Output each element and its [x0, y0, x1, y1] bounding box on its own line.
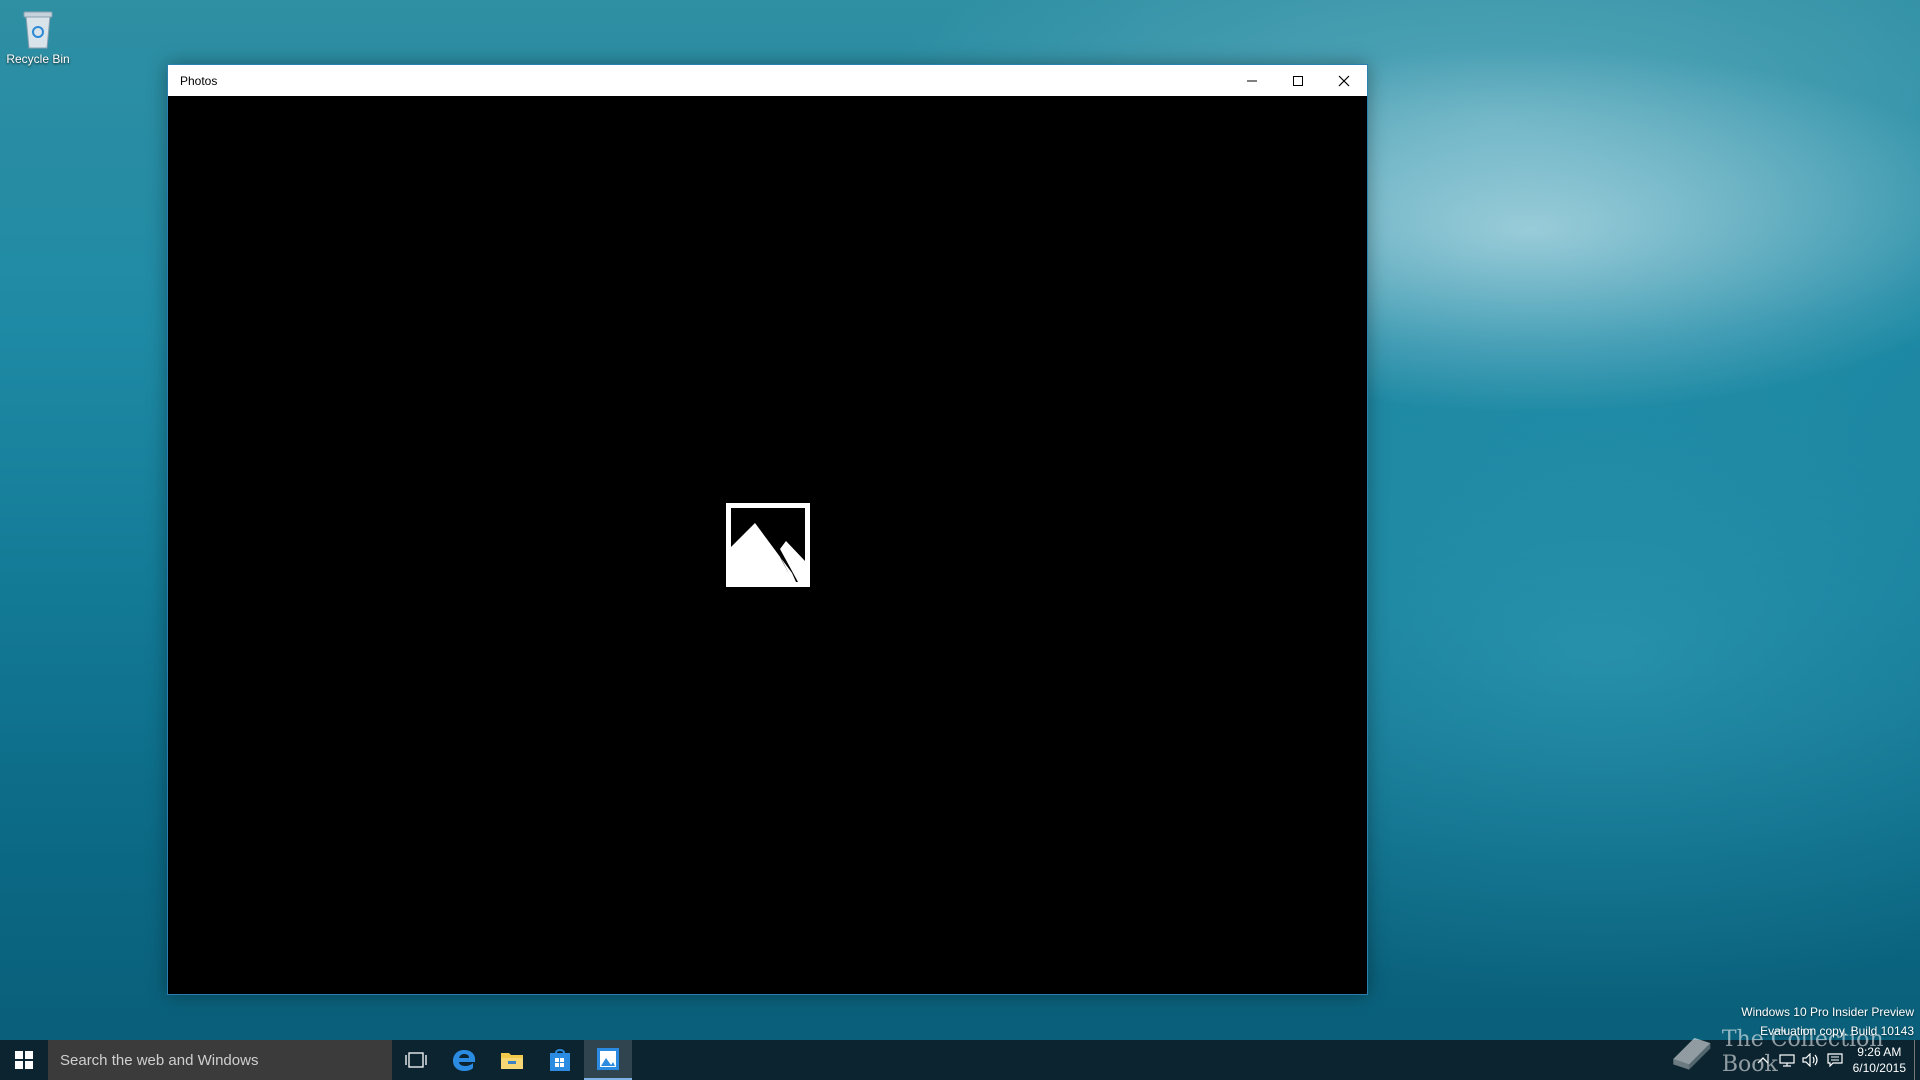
- photo-viewer-area[interactable]: [168, 96, 1367, 994]
- taskbar-edge[interactable]: [440, 1040, 488, 1080]
- minimize-button[interactable]: [1229, 65, 1275, 96]
- close-button[interactable]: [1321, 65, 1367, 96]
- taskbar: Search the web and Windows 9:26 AM 6/10/…: [0, 1040, 1920, 1080]
- recycle-bin-icon: [23, 11, 53, 49]
- window-controls: [1229, 65, 1367, 96]
- recycle-bin-label: Recycle Bin: [6, 52, 70, 66]
- desktop-icon-recycle-bin[interactable]: Recycle Bin: [6, 6, 70, 66]
- photos-icon: [597, 1048, 619, 1070]
- maximize-button[interactable]: [1275, 65, 1321, 96]
- window-titlebar[interactable]: Photos: [168, 65, 1367, 96]
- store-icon: [550, 1049, 570, 1071]
- image-placeholder-icon: [726, 503, 810, 587]
- windows-logo-icon: [15, 1051, 33, 1069]
- book-logo-icon: [1673, 1037, 1711, 1070]
- search-placeholder: Search the web and Windows: [60, 1051, 259, 1069]
- start-button[interactable]: [0, 1040, 48, 1080]
- task-view-button[interactable]: [392, 1040, 440, 1080]
- taskbar-photos[interactable]: [584, 1040, 632, 1080]
- file-explorer-icon: [501, 1053, 523, 1069]
- photos-window[interactable]: Photos: [167, 64, 1368, 995]
- watermark-line1: Windows 10 Pro Insider Preview: [1741, 1005, 1914, 1019]
- close-icon: [1338, 75, 1350, 86]
- brand-watermark: The Collection Book: [1668, 1027, 1920, 1077]
- edge-icon: [453, 1050, 476, 1071]
- minimize-icon: [1247, 80, 1257, 81]
- taskbar-store[interactable]: [536, 1040, 584, 1080]
- search-box[interactable]: Search the web and Windows: [48, 1040, 392, 1080]
- brand-watermark-text: The Collection Book: [1721, 1027, 1884, 1077]
- maximize-icon: [1293, 75, 1303, 86]
- taskbar-file-explorer[interactable]: [488, 1040, 536, 1080]
- window-title: Photos: [180, 73, 218, 88]
- task-view-icon: [405, 1052, 427, 1068]
